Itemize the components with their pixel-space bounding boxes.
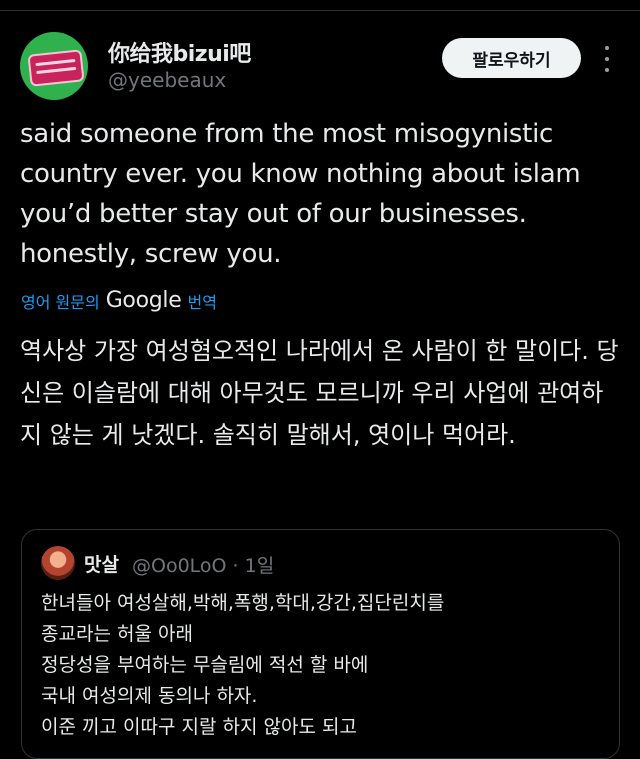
more-vertical-icon[interactable] (600, 46, 614, 72)
quoted-display-name[interactable]: 맛살 (84, 550, 119, 577)
quoted-tweet-text: 한녀들아 여성살해,박해,폭행,학대,강간,집단린치를 종교라는 허울 아래 정… (41, 592, 445, 738)
follow-button[interactable]: 팔로우하기 (442, 38, 581, 78)
translate-prefix: 영어 원문의 (21, 292, 100, 312)
google-logo: Google (105, 288, 182, 313)
quoted-avatar[interactable] (41, 546, 75, 580)
tweet-text: said someone from the most misogynistic … (20, 119, 581, 269)
quoted-tweet-card[interactable]: 맛살 @Oo0LoO · 1일 한녀들아 여성살해,박해,폭행,학대,강간,집단… (21, 529, 620, 759)
top-divider (0, 10, 640, 11)
translate-suffix: 번역 (187, 292, 217, 312)
author-handle[interactable]: @yeebeaux (108, 68, 226, 92)
translated-text: 역사상 가장 여성혐오적인 나라에서 온 사람이 한 말이다. 당신은 이슬람에… (20, 337, 619, 449)
avatar-logo-icon (27, 49, 85, 87)
quoted-handle-time: @Oo0LoO · 1일 (132, 555, 275, 577)
translate-link[interactable]: 영어 원문의 Google 번역 (21, 288, 217, 313)
author-display-name[interactable]: 你给我bizui吧 (108, 36, 251, 68)
author-avatar[interactable] (20, 32, 88, 100)
